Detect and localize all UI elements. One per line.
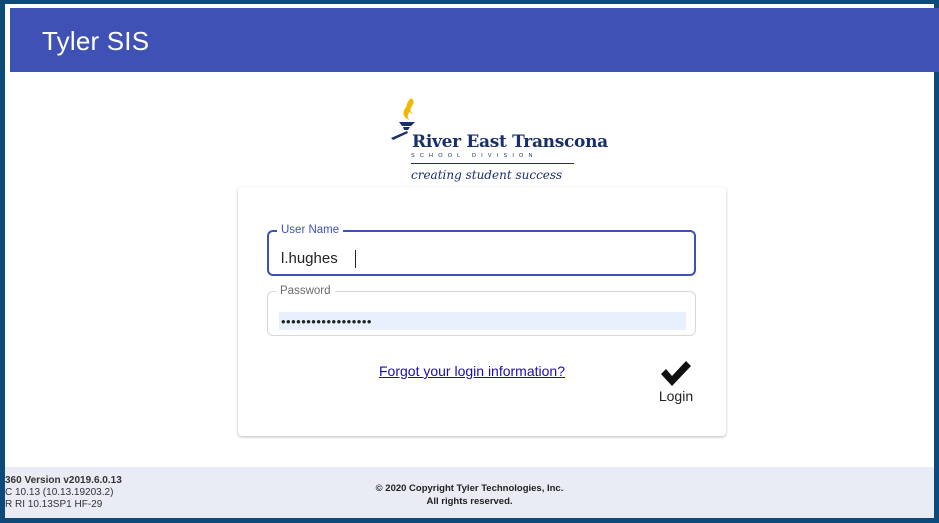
window-frame: Tyler SIS River East Transcona SCHOOL DI… xyxy=(0,0,939,523)
password-field[interactable]: Password xyxy=(267,284,696,336)
copyright-line-2: All rights reserved. xyxy=(426,496,513,507)
logo-divider xyxy=(411,163,574,164)
password-label: Password xyxy=(276,284,335,298)
logo-wordmark: River East Transcona xyxy=(412,132,608,152)
copyright-line-1: © 2020 Copyright Tyler Technologies, Inc… xyxy=(375,483,564,494)
logo-tagline: creating student success xyxy=(411,168,563,182)
copyright: © 2020 Copyright Tyler Technologies, Inc… xyxy=(5,482,934,508)
username-input[interactable] xyxy=(281,250,681,267)
username-field[interactable]: User Name xyxy=(267,223,696,276)
username-label: User Name xyxy=(277,223,344,237)
login-card: User Name Password Forgot your login inf… xyxy=(238,187,726,436)
footer: 360 Version v2019.6.0.13 C 10.13 (10.13.… xyxy=(5,467,934,518)
school-logo: River East Transcona SCHOOL DIVISION cre… xyxy=(389,96,608,186)
checkmark-icon xyxy=(661,361,691,386)
text-cursor xyxy=(355,250,356,268)
app-header: Tyler SIS xyxy=(10,8,939,72)
login-button[interactable]: Login xyxy=(650,359,702,411)
password-input[interactable] xyxy=(279,312,686,330)
logo-subtitle: SCHOOL DIVISION xyxy=(411,153,538,159)
app-title: Tyler SIS xyxy=(42,26,150,56)
login-label: Login xyxy=(658,388,694,404)
forgot-login-link[interactable]: Forgot your login information? xyxy=(379,363,565,379)
